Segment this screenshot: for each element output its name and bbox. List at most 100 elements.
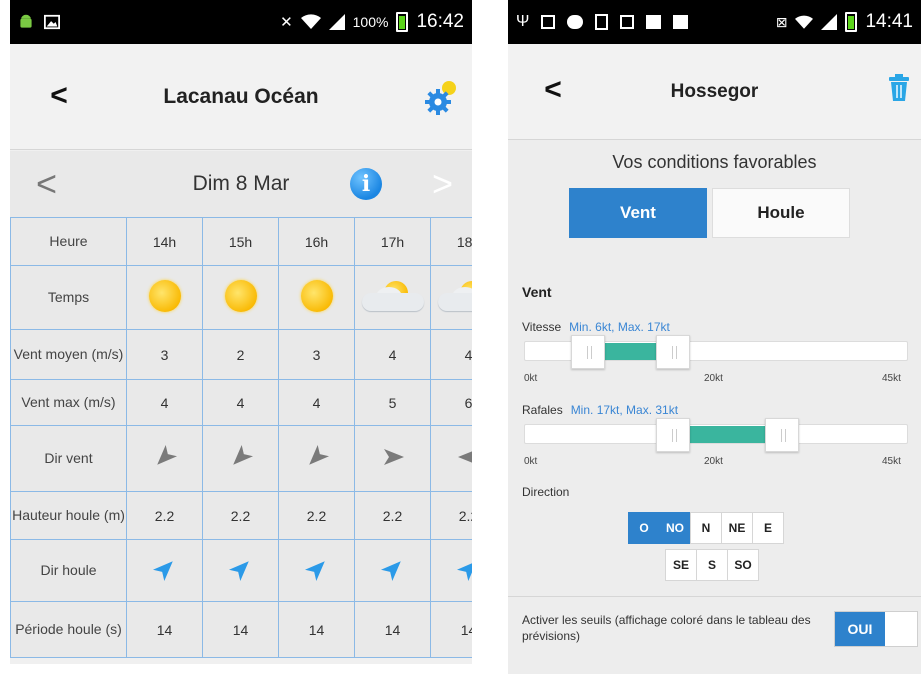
row-label: Vent max (m/s) — [10, 379, 127, 426]
gusts-tick-min: 0kt — [524, 456, 538, 467]
hour-header: Heure — [10, 217, 127, 266]
wind-direction-arrow-icon — [232, 444, 253, 465]
trash-icon[interactable] — [888, 74, 910, 102]
download-icon — [620, 15, 635, 29]
forecast-table: Heure 14h 15h 16h 17h 18h Temps Vent moy… — [10, 217, 472, 658]
clock: 14:41 — [865, 11, 913, 32]
value-cell: 2.2 — [354, 491, 431, 540]
table-row-wind-avg: Vent moyen (m/s) 3 2 3 4 4 — [10, 329, 472, 380]
value-cell: 6 — [430, 379, 472, 426]
direction-n[interactable]: N — [690, 512, 722, 544]
table-row-swell-period: Période houle (s) 14 14 14 14 14 — [10, 601, 472, 658]
back-button[interactable]: < — [538, 72, 568, 108]
value-cell: 3 — [278, 329, 355, 380]
sun-icon — [300, 280, 333, 312]
gusts-min-handle[interactable] — [656, 418, 691, 452]
clock: 16:42 — [416, 11, 464, 32]
value-cell: 14 — [126, 601, 203, 658]
speed-tick-min: 0kt — [524, 373, 538, 384]
gusts-range-text: Min. 17kt, Max. 31kt — [570, 403, 679, 417]
value-cell: 14 — [354, 601, 431, 658]
direction-s[interactable]: S — [696, 549, 728, 581]
threshold-description: Activer les seuils (affichage coloré dan… — [522, 613, 811, 643]
settings-gear-icon[interactable] — [424, 78, 460, 116]
mute-icon: ✕ — [280, 14, 293, 31]
battery-percent: 100% — [352, 14, 389, 30]
wifi-icon — [795, 15, 814, 29]
status-bar: Ψ ⊠ 14:41 — [508, 0, 921, 44]
table-row-weather: Temps — [10, 265, 472, 330]
table-row-wind-dir: Dir vent — [10, 425, 472, 492]
sun-icon — [148, 280, 181, 312]
forecast-screen: ✕ 100% 16:42 < Lacanau Océan < Dim 8 Mar… — [10, 0, 472, 664]
swell-direction-arrow-icon — [380, 561, 401, 582]
nfc-icon: ⊠ — [775, 13, 788, 30]
favorites-settings-screen: Ψ ⊠ 14:41 < Hossegor Vos conditions favo… — [508, 0, 921, 674]
speed-max-handle[interactable] — [656, 335, 691, 369]
signal-icon — [821, 14, 838, 30]
speed-range-text: Min. 6kt, Max. 17kt — [569, 320, 670, 334]
table-row-swell-dir: Dir houle — [10, 539, 472, 602]
direction-o[interactable]: O — [628, 512, 660, 544]
info-icon[interactable]: i — [350, 168, 382, 200]
toggle-on-label: OUI — [835, 612, 885, 646]
value-cell: 2.2 — [126, 491, 203, 540]
hour-cell: 14h — [126, 217, 203, 266]
notification-icon — [541, 15, 556, 29]
speed-slider[interactable] — [524, 335, 908, 369]
value-cell: 5 — [354, 379, 431, 426]
gusts-tick-max: 45kt — [882, 456, 901, 467]
row-label: Hauteur houle (m) — [10, 491, 127, 540]
signal-icon — [328, 14, 345, 30]
value-cell: 2.2 — [278, 491, 355, 540]
gusts-slider[interactable] — [524, 418, 908, 452]
page-title: Lacanau Océan — [163, 84, 319, 108]
app-header: < Lacanau Océan — [10, 44, 472, 150]
direction-label: Direction — [522, 485, 570, 499]
wind-direction-arrow-icon — [457, 449, 472, 465]
speed-slider-label: Vitesse Min. 6kt, Max. 17kt — [522, 320, 670, 334]
value-cell: 2.2 — [202, 491, 279, 540]
battery-icon — [845, 12, 858, 32]
gusts-slider-label: Rafales Min. 17kt, Max. 31kt — [522, 403, 679, 417]
status-bar: ✕ 100% 16:42 — [10, 0, 472, 44]
wind-direction-arrow-icon — [383, 449, 404, 465]
gusts-max-handle[interactable] — [764, 418, 799, 452]
direction-so[interactable]: SO — [727, 549, 759, 581]
value-cell: 4 — [126, 379, 203, 426]
tab-houle[interactable]: Houle — [712, 188, 850, 238]
direction-row-1: O NO N NE E — [628, 512, 784, 544]
row-label: Vent moyen (m/s) — [10, 329, 127, 380]
direction-se[interactable]: SE — [665, 549, 697, 581]
section-title-vent: Vent — [522, 284, 552, 300]
value-cell: 2.2 — [430, 491, 472, 540]
direction-e[interactable]: E — [752, 512, 784, 544]
value-cell: 14 — [430, 601, 472, 658]
android-icon — [20, 14, 32, 28]
document-icon — [595, 14, 609, 30]
cloudy-sun-icon — [361, 279, 424, 313]
value-cell: 4 — [202, 379, 279, 426]
threshold-toggle[interactable]: OUI — [834, 611, 918, 647]
battery-icon — [396, 12, 409, 32]
chat-icon — [567, 15, 584, 29]
gusts-tick-mid: 20kt — [704, 456, 723, 467]
favorable-conditions-title: Vos conditions favorables — [612, 152, 817, 172]
back-button[interactable]: < — [44, 78, 74, 114]
previous-day-button[interactable]: < — [36, 163, 57, 205]
tab-vent[interactable]: Vent — [569, 188, 707, 238]
row-label: Période houle (s) — [10, 601, 127, 658]
swell-direction-arrow-icon — [456, 561, 472, 582]
direction-ne[interactable]: NE — [721, 512, 753, 544]
speed-min-handle[interactable] — [571, 335, 606, 369]
next-day-button[interactable]: > — [432, 163, 453, 205]
table-row-swell-height: Hauteur houle (m) 2.2 2.2 2.2 2.2 2.2 — [10, 491, 472, 540]
swell-direction-arrow-icon — [152, 561, 173, 582]
value-cell: 14 — [202, 601, 279, 658]
cloudy-sun-icon — [437, 279, 472, 313]
sun-icon — [224, 280, 257, 312]
checkbox-icon — [673, 15, 689, 29]
day-label: Dim 8 Mar — [192, 172, 290, 195]
direction-no[interactable]: NO — [659, 512, 691, 544]
image-notification-icon — [44, 14, 60, 30]
